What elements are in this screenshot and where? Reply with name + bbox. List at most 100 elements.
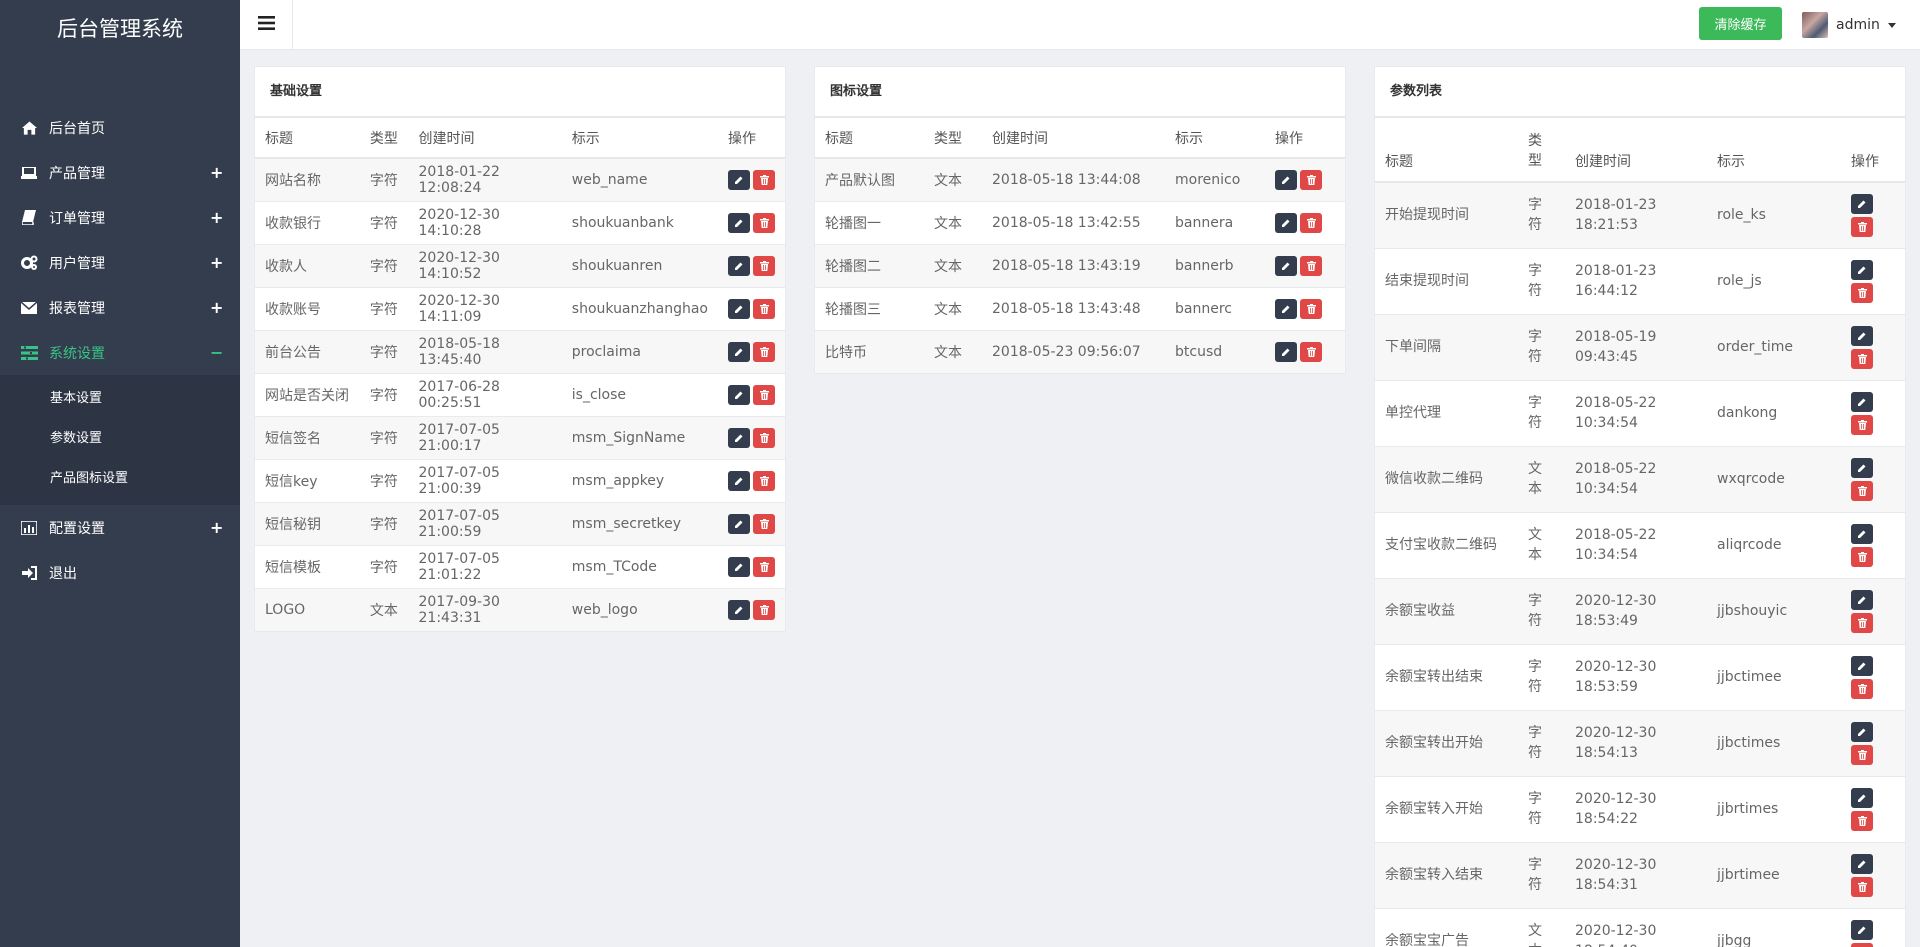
edit-button[interactable]	[1851, 787, 1873, 808]
delete-button[interactable]	[1851, 546, 1873, 567]
sidebar-item-home[interactable]: 后台首页	[0, 105, 240, 150]
delete-button[interactable]	[1851, 414, 1873, 435]
pencil-icon	[1858, 530, 1866, 538]
delete-button[interactable]	[753, 341, 775, 362]
trash-icon	[1857, 353, 1867, 364]
home-icon	[20, 119, 38, 137]
cell-title: 轮播图二	[815, 243, 924, 287]
edit-button[interactable]	[1851, 391, 1873, 412]
sidebar-item-logout[interactable]: 退出	[0, 550, 240, 595]
delete-button[interactable]	[753, 169, 775, 190]
delete-button[interactable]	[1851, 480, 1873, 501]
col-header-created: 创建时间	[982, 118, 1165, 159]
sidebar-item-orders[interactable]: 订单管理 +	[0, 195, 240, 240]
edit-button[interactable]	[1851, 193, 1873, 214]
cell-actions	[1265, 286, 1345, 330]
envelope-icon	[20, 299, 38, 317]
delete-button[interactable]	[753, 384, 775, 405]
edit-button[interactable]	[1851, 457, 1873, 478]
delete-button[interactable]	[753, 298, 775, 319]
sidebar-toggle-button[interactable]	[240, 0, 293, 50]
delete-button[interactable]	[1300, 212, 1322, 233]
clear-cache-button[interactable]: 清除缓存	[1699, 7, 1782, 40]
caret-down-icon	[1887, 22, 1896, 28]
cell-type: 文本	[1518, 511, 1565, 578]
delete-button[interactable]	[1851, 612, 1873, 633]
edit-button[interactable]	[1275, 341, 1297, 362]
pencil-icon	[735, 563, 743, 571]
delete-button[interactable]	[753, 427, 775, 448]
delete-button[interactable]	[1851, 876, 1873, 897]
edit-button[interactable]	[728, 470, 750, 491]
cell-title: 网站名称	[255, 157, 360, 201]
cell-type: 字符	[359, 501, 409, 545]
sidebar-item-users[interactable]: 用户管理 +	[0, 240, 240, 285]
edit-button[interactable]	[728, 169, 750, 190]
cell-created: 2020-12-30 18:54:13	[1565, 709, 1707, 776]
edit-button[interactable]	[728, 255, 750, 276]
delete-button[interactable]	[1300, 255, 1322, 276]
edit-button[interactable]	[728, 212, 750, 233]
user-menu[interactable]: admin	[1802, 12, 1896, 38]
edit-button[interactable]	[728, 513, 750, 534]
edit-button[interactable]	[1275, 169, 1297, 190]
cell-title: 下单间隔	[1375, 313, 1518, 380]
delete-button[interactable]	[1851, 348, 1873, 369]
edit-button[interactable]	[1851, 721, 1873, 742]
edit-button[interactable]	[1851, 655, 1873, 676]
delete-button[interactable]	[1300, 341, 1322, 362]
cell-key: web_name	[561, 157, 718, 201]
cell-title: 短信签名	[255, 415, 360, 459]
delete-button[interactable]	[1851, 216, 1873, 237]
sidebar-item-products[interactable]: 产品管理 +	[0, 150, 240, 195]
edit-button[interactable]	[1275, 298, 1297, 319]
edit-button[interactable]	[1851, 919, 1873, 940]
sidebar-item-reports[interactable]: 报表管理 +	[0, 285, 240, 330]
edit-button[interactable]	[728, 556, 750, 577]
submenu-basic-settings[interactable]: 基本设置	[0, 379, 240, 419]
edit-button[interactable]	[1851, 325, 1873, 346]
edit-button[interactable]	[728, 427, 750, 448]
delete-button[interactable]	[1851, 282, 1873, 303]
delete-button[interactable]	[753, 212, 775, 233]
cell-key: role_ks	[1707, 181, 1841, 248]
cell-key: is_close	[561, 372, 718, 416]
col-header-type: 类型	[924, 118, 982, 159]
cell-actions	[718, 200, 785, 244]
trash-icon	[1857, 749, 1867, 760]
edit-button[interactable]	[1275, 212, 1297, 233]
cell-type: 字符	[1518, 775, 1565, 842]
delete-button[interactable]	[1300, 298, 1322, 319]
sidebar-item-system-settings[interactable]: 系统设置 −	[0, 330, 240, 375]
edit-button[interactable]	[728, 599, 750, 620]
cell-key: btcusd	[1165, 329, 1265, 373]
cell-type: 字符	[359, 243, 409, 287]
delete-button[interactable]	[1851, 942, 1873, 947]
edit-button[interactable]	[1851, 853, 1873, 874]
delete-button[interactable]	[753, 599, 775, 620]
edit-button[interactable]	[1851, 259, 1873, 280]
edit-button[interactable]	[728, 341, 750, 362]
edit-button[interactable]	[1851, 589, 1873, 610]
edit-button[interactable]	[728, 384, 750, 405]
col-header-actions: 操作	[1265, 118, 1345, 159]
pencil-icon	[1858, 266, 1866, 274]
submenu-param-settings[interactable]: 参数设置	[0, 419, 240, 459]
cell-key: wxqrcode	[1707, 445, 1841, 512]
edit-button[interactable]	[1275, 255, 1297, 276]
sidebar-item-config[interactable]: 配置设置 +	[0, 505, 240, 550]
delete-button[interactable]	[753, 556, 775, 577]
delete-button[interactable]	[753, 470, 775, 491]
edit-button[interactable]	[1851, 523, 1873, 544]
delete-button[interactable]	[753, 513, 775, 534]
delete-button[interactable]	[1851, 744, 1873, 765]
param-list-panel: 参数列表 标题 类型 创建时间 标示 操作 开始提现时间 字符 2018-01-23…	[1374, 66, 1906, 947]
edit-button[interactable]	[728, 298, 750, 319]
delete-button[interactable]	[1300, 169, 1322, 190]
delete-button[interactable]	[753, 255, 775, 276]
cell-key: dankong	[1707, 379, 1841, 446]
delete-button[interactable]	[1851, 678, 1873, 699]
collapse-sign: −	[210, 343, 224, 362]
submenu-product-icon-settings[interactable]: 产品图标设置	[0, 459, 240, 499]
delete-button[interactable]	[1851, 810, 1873, 831]
